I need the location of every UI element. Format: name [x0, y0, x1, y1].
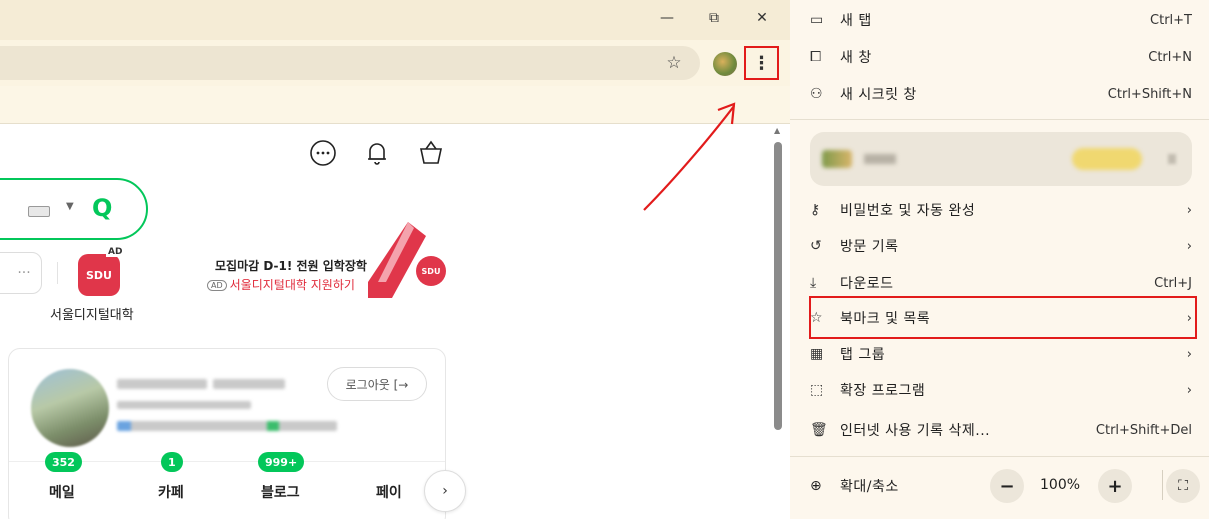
- menu-item-shortcut: Ctrl+Shift+Del: [1095, 422, 1192, 438]
- menu-item-new-window[interactable]: ⧠ 새 창 Ctrl+N: [810, 39, 1200, 75]
- zoom-out-button[interactable]: −: [990, 469, 1024, 503]
- restore-icon[interactable]: ⧉: [704, 10, 724, 26]
- chevron-right-icon: ›: [1186, 382, 1192, 398]
- download-icon: ⤓: [810, 275, 817, 291]
- sdu-logo: SDU: [416, 256, 446, 286]
- fullscreen-button[interactable]: ⛶: [1166, 469, 1200, 503]
- title-bar: — ⧉ ✕: [0, 0, 790, 40]
- avatar[interactable]: [31, 369, 109, 447]
- menu-item-history[interactable]: ↺ 방문 기록 ›: [810, 228, 1200, 264]
- cafe-count-badge: 1: [161, 452, 183, 472]
- next-services-button[interactable]: ›: [424, 470, 466, 512]
- more-shortcuts-button[interactable]: ···: [0, 252, 42, 294]
- menu-item-incognito[interactable]: ⚇ 새 시크릿 창 Ctrl+Shift+N: [810, 76, 1200, 112]
- profile-row[interactable]: [810, 132, 1192, 186]
- menu-item-label: 새 시크릿 창: [840, 87, 917, 103]
- menu-item-shortcut: Ctrl+J: [1154, 275, 1192, 291]
- menu-item-passwords[interactable]: ⚷ 비밀번호 및 자동 완성 ›: [810, 192, 1200, 228]
- mail-count-badge: 352: [45, 452, 82, 472]
- service-mail[interactable]: 메일: [49, 482, 75, 502]
- zoom-value: 100%: [1040, 477, 1081, 493]
- menu-item-new-tab[interactable]: ▭ 새 탭 Ctrl+T: [810, 2, 1200, 38]
- service-blog[interactable]: 블로그: [261, 482, 300, 502]
- screenshot-root: — ⧉ ✕ ☆ ⋮ ▼ Q ··· SDU AD 서울디지털대학 모집마감 D-…: [0, 0, 1209, 519]
- bell-icon[interactable]: [362, 138, 392, 168]
- menu-item-label: 방문 기록: [840, 239, 899, 255]
- key-icon: ⚷: [810, 202, 821, 218]
- menu-item-shortcut: Ctrl+T: [1150, 12, 1192, 28]
- menu-divider: [790, 119, 1209, 120]
- blurred-text: [117, 421, 337, 431]
- highlight-annotation: [809, 296, 1197, 339]
- extension-icon: ⬚: [810, 382, 824, 398]
- blog-count-badge: 999+: [258, 452, 305, 472]
- sdu-shortcut[interactable]: SDU: [78, 254, 120, 296]
- red-arrow-annotation: [643, 102, 736, 211]
- user-card: 로그아웃 [→ 352 1 999+ 메일 카페 블로그 페이: [8, 348, 446, 519]
- chevron-right-icon: ›: [1186, 202, 1192, 218]
- sdu-shortcut-label[interactable]: 서울디지털대학: [50, 304, 134, 323]
- zoom-row: ⊕ 확대/축소 − 100% + ⛶: [810, 466, 1200, 506]
- chrome-menu: ▭ 새 탭 Ctrl+T ⧠ 새 창 Ctrl+N ⚇ 새 시크릿 창 Ctrl…: [790, 0, 1209, 519]
- profile-avatar[interactable]: [713, 52, 737, 76]
- menu-item-label: 비밀번호 및 자동 완성: [840, 203, 976, 219]
- blurred-text: [117, 379, 207, 389]
- menu-item-label: 다운로드: [840, 276, 894, 292]
- service-cafe[interactable]: 카페: [158, 482, 184, 502]
- menu-item-label: 탭 그룹: [840, 347, 886, 363]
- divider: [57, 262, 58, 284]
- chevron-right-icon: ›: [1186, 346, 1192, 362]
- logout-button[interactable]: 로그아웃 [→: [327, 367, 427, 401]
- menu-item-label: 새 탭: [840, 13, 872, 29]
- keyboard-icon[interactable]: [28, 206, 50, 217]
- menu-divider: [790, 456, 1209, 457]
- menu-item-clear-history[interactable]: 🗑 인터넷 사용 기록 삭제... Ctrl+Shift+Del: [810, 412, 1200, 448]
- chat-icon[interactable]: [308, 138, 338, 168]
- divider: [1162, 470, 1163, 500]
- banner-subline[interactable]: AD 서울디지털대학 지원하기: [207, 276, 355, 293]
- history-icon: ↺: [810, 238, 822, 254]
- blurred-badge: [1072, 148, 1142, 170]
- blurred-text: [864, 154, 896, 164]
- chevron-right-icon: ›: [1186, 238, 1192, 254]
- banner-ad-badge: AD: [207, 280, 227, 291]
- blurred-text: [1168, 154, 1176, 164]
- menu-item-extensions[interactable]: ⬚ 확장 프로그램 ›: [810, 372, 1200, 408]
- blurred-text: [213, 379, 285, 389]
- menu-item-shortcut: Ctrl+Shift+N: [1107, 86, 1192, 102]
- new-tab-icon: ▭: [810, 12, 824, 28]
- new-window-icon: ⧠: [810, 49, 822, 65]
- address-bar[interactable]: [0, 46, 700, 80]
- chrome-menu-button[interactable]: ⋮: [744, 46, 779, 80]
- profile-avatar: [822, 150, 852, 168]
- minimize-icon[interactable]: —: [657, 10, 677, 26]
- menu-item-label: 새 창: [840, 50, 872, 66]
- search-box[interactable]: [0, 178, 148, 240]
- banner-cta[interactable]: 서울디지털대학 지원하기: [230, 278, 355, 292]
- blurred-text: [117, 401, 251, 409]
- chevron-down-icon[interactable]: ▼: [66, 201, 74, 212]
- bookmark-star-icon[interactable]: ☆: [663, 52, 685, 74]
- zoom-label: 확대/축소: [840, 479, 899, 495]
- zoom-in-button[interactable]: +: [1098, 469, 1132, 503]
- search-icon[interactable]: Q: [92, 194, 112, 222]
- scrollbar[interactable]: ▲: [770, 124, 790, 519]
- scrollbar-thumb[interactable]: [774, 142, 782, 430]
- ad-badge: AD: [106, 247, 125, 257]
- trash-icon: 🗑: [810, 422, 828, 438]
- menu-item-label: 인터넷 사용 기록 삭제...: [840, 423, 991, 439]
- tab-groups-icon: ▦: [810, 346, 824, 362]
- service-pay[interactable]: 페이: [376, 482, 402, 502]
- menu-item-label: 확장 프로그램: [840, 383, 926, 399]
- shopping-bag-icon[interactable]: [416, 138, 446, 168]
- menu-item-tab-groups[interactable]: ▦ 탭 그룹 ›: [810, 336, 1200, 372]
- zoom-icon: ⊕: [810, 478, 822, 494]
- scroll-up-icon[interactable]: ▲: [774, 126, 780, 135]
- incognito-icon: ⚇: [810, 86, 823, 102]
- banner-headline[interactable]: 모집마감 D-1! 전원 입학장학: [215, 257, 367, 274]
- close-icon[interactable]: ✕: [752, 10, 772, 26]
- menu-item-shortcut: Ctrl+N: [1148, 49, 1192, 65]
